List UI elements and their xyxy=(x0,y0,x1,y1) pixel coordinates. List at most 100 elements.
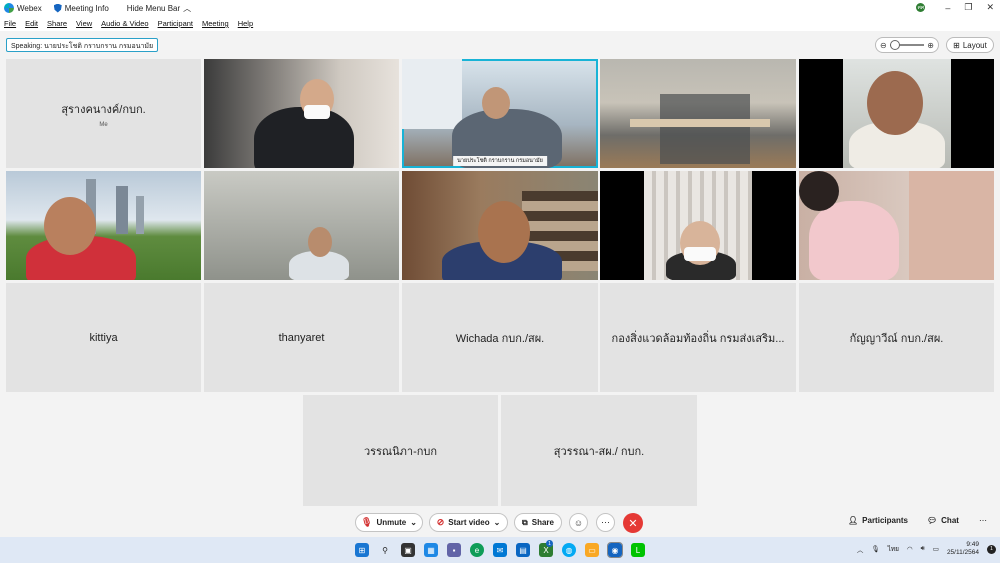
participant-video-6[interactable] xyxy=(6,171,201,280)
menu-bar: File Edit Share View Audio & Video Parti… xyxy=(0,16,1000,31)
menu-file[interactable]: File xyxy=(4,19,16,28)
clock[interactable]: 9:49 25/11/2564 xyxy=(947,541,979,557)
participant-video-8[interactable] xyxy=(402,171,598,280)
chat-button[interactable]: 💬︎ Chat xyxy=(927,516,959,525)
reactions-button[interactable]: ☺ xyxy=(569,513,588,532)
participant-video-2[interactable] xyxy=(204,59,399,168)
window-controls: ศศ – ❐ ✕ xyxy=(916,2,994,13)
participant-name: thanyaret xyxy=(278,331,325,344)
speaker-video-label: นายประโชติ กราบกราน กรมอนามัย xyxy=(453,156,547,166)
close-icon[interactable]: ✕ xyxy=(986,2,994,13)
zoom-slider[interactable] xyxy=(889,40,925,50)
app-name: Webex xyxy=(17,3,42,13)
hide-menu-bar-button[interactable]: Hide Menu Bar ︿ xyxy=(127,3,191,14)
windows-taskbar: ⊞ ⚲ ▣ ▦ ▪ e ✉ ▤ X ◍ ▭ ◉ L 1 ︿ 🎙︎ ไทย ◠ 🔊… xyxy=(0,537,1000,563)
participant-tile[interactable]: Wichada กบก./สผ. xyxy=(402,283,598,392)
layout-label: Layout xyxy=(962,40,987,50)
system-tray: ︿ 🎙︎ ไทย ◠ 🔊︎ ▭ 9:49 25/11/2564 1 xyxy=(857,541,996,557)
more-icon: ⋯ xyxy=(601,517,610,527)
participant-video-5[interactable] xyxy=(799,59,994,168)
unmute-label: Unmute xyxy=(376,518,407,527)
store-icon[interactable]: ▤ xyxy=(516,543,530,557)
menu-help[interactable]: Help xyxy=(238,19,253,28)
search-icon[interactable]: ⚲ xyxy=(378,543,392,557)
line-app-icon[interactable]: L xyxy=(631,543,645,557)
more-panels-button[interactable]: ⋯ xyxy=(979,516,987,525)
globe-icon[interactable]: ◍ xyxy=(562,543,576,557)
maximize-icon[interactable]: ❐ xyxy=(964,2,972,13)
hide-menu-bar-label: Hide Menu Bar xyxy=(126,3,181,13)
start-video-button[interactable]: ⊘ Start video ⌄ xyxy=(429,513,508,532)
share-label: Share xyxy=(531,518,554,527)
layout-grid-icon: ⊞ xyxy=(953,40,960,50)
language-indicator[interactable]: ไทย xyxy=(888,544,899,554)
participant-video-7[interactable] xyxy=(204,171,399,280)
clock-date: 25/11/2564 xyxy=(946,549,979,556)
participant-name: กองสิ่งแวดล้อมท้องถิ่น กรมส่งเสริม... xyxy=(611,332,785,345)
speaking-indicator: Speaking: นายประโชติ กราบกราน กรมอนามัย xyxy=(6,38,159,52)
task-view-icon[interactable]: ▣ xyxy=(401,543,415,557)
notification-count[interactable]: 1 xyxy=(987,544,996,554)
menu-participant[interactable]: Participant xyxy=(158,19,193,28)
participant-video-10[interactable] xyxy=(799,171,994,280)
participant-name: กัญญาวีณ์ กบก./สผ. xyxy=(849,332,944,345)
muted-mic-icon: 🎙︎ xyxy=(361,517,373,527)
chat-bubble-icon: 💬︎ xyxy=(927,516,938,525)
participant-video-9[interactable] xyxy=(600,171,796,280)
participant-tile[interactable]: วรรณนิภา-กบก xyxy=(303,395,498,506)
zoom-control[interactable]: ⊖ ⊕ xyxy=(875,37,939,53)
teams-chat-icon[interactable]: ▪ xyxy=(447,543,461,557)
participant-video-4[interactable] xyxy=(600,59,796,168)
leave-meeting-button[interactable]: ✕ xyxy=(623,513,643,533)
unmute-button[interactable]: 🎙︎ Unmute ⌄ xyxy=(355,513,423,532)
participant-name: สุรางคนางค์/กบก. xyxy=(61,103,146,116)
video-off-icon: ⊘ xyxy=(436,517,445,527)
minimize-icon[interactable]: – xyxy=(945,3,950,13)
participant-tile-self[interactable]: สุรางคนางค์/กบก. Me xyxy=(6,59,201,168)
more-icon: ⋯ xyxy=(979,516,987,525)
wifi-icon[interactable]: ◠ xyxy=(907,545,913,553)
share-button[interactable]: ⧉ Share xyxy=(514,513,562,532)
meeting-info-button[interactable]: Meeting Info xyxy=(53,3,109,13)
webex-logo-icon xyxy=(4,3,14,13)
clock-time: 9:49 xyxy=(966,541,979,548)
smiley-icon: ☺ xyxy=(573,517,584,528)
zoom-out-icon[interactable]: ⊖ xyxy=(880,41,887,50)
menu-view[interactable]: View xyxy=(76,19,92,28)
participant-name: วรรณนิภา-กบก xyxy=(363,445,438,458)
menu-audio-video[interactable]: Audio & Video xyxy=(101,19,148,28)
file-explorer-icon[interactable]: ▭ xyxy=(585,543,599,557)
chat-label: Chat xyxy=(941,516,959,525)
webex-taskbar-icon[interactable]: ◉ xyxy=(607,542,623,558)
participant-tile[interactable]: กองสิ่งแวดล้อมท้องถิ่น กรมส่งเสริม... xyxy=(600,283,796,392)
self-indicator: Me xyxy=(99,121,108,128)
participant-tile[interactable]: กัญญาวีณ์ กบก./สผ. xyxy=(799,283,994,392)
close-icon: ✕ xyxy=(628,517,638,530)
participants-button[interactable]: 👤︎ Participants xyxy=(848,516,908,525)
start-menu-icon[interactable]: ⊞ xyxy=(355,543,369,557)
menu-meeting[interactable]: Meeting xyxy=(202,19,229,28)
share-screen-icon: ⧉ xyxy=(522,517,528,527)
participant-tile[interactable]: kittiya xyxy=(6,283,201,392)
battery-icon[interactable]: ▭ xyxy=(933,545,939,553)
more-options-button[interactable]: ⋯ xyxy=(596,513,615,532)
user-avatar[interactable]: ศศ xyxy=(916,3,926,12)
meeting-toolbar: Speaking: นายประโชติ กราบกราน กรมอนามัย … xyxy=(0,31,1000,58)
participant-tile[interactable]: thanyaret xyxy=(204,283,399,392)
chevron-up-icon[interactable]: ︿ xyxy=(857,544,864,554)
widgets-icon[interactable]: ▦ xyxy=(424,543,438,557)
speaker-icon[interactable]: 🔊︎ xyxy=(921,545,925,553)
menu-edit[interactable]: Edit xyxy=(25,19,38,28)
chevron-down-icon[interactable]: ⌄ xyxy=(494,518,501,527)
zoom-slider-knob[interactable] xyxy=(889,40,900,50)
mail-icon[interactable]: ✉ xyxy=(493,543,507,557)
layout-button[interactable]: ⊞ Layout xyxy=(946,37,994,53)
window-titlebar: Webex Meeting Info Hide Menu Bar ︿ ศศ – … xyxy=(0,0,1000,16)
mic-icon[interactable]: 🎙︎ xyxy=(871,545,879,553)
participant-tile[interactable]: สุวรรณา-สผ./ กบก. xyxy=(501,395,697,506)
chevron-down-icon[interactable]: ⌄ xyxy=(410,518,417,527)
menu-share[interactable]: Share xyxy=(47,19,67,28)
participant-video-speaker[interactable]: นายประโชติ กราบกราน กรมอนามัย xyxy=(402,59,598,168)
zoom-in-icon[interactable]: ⊕ xyxy=(927,41,934,50)
edge-browser-icon[interactable]: e xyxy=(470,543,484,557)
